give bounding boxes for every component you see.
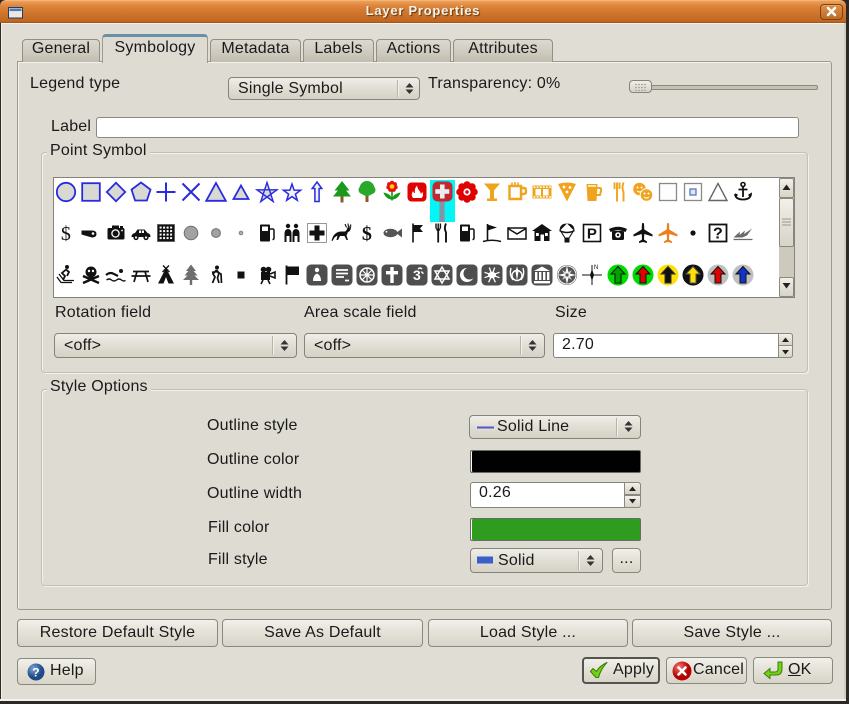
svg-text:P: P [587, 226, 597, 243]
svg-text:?: ? [713, 226, 723, 243]
svg-text:N: N [594, 265, 599, 271]
svg-text:$: $ [61, 223, 71, 245]
svg-text:?: ? [32, 666, 40, 680]
svg-text:3: 3 [413, 267, 421, 283]
svg-text:$: $ [362, 223, 372, 245]
